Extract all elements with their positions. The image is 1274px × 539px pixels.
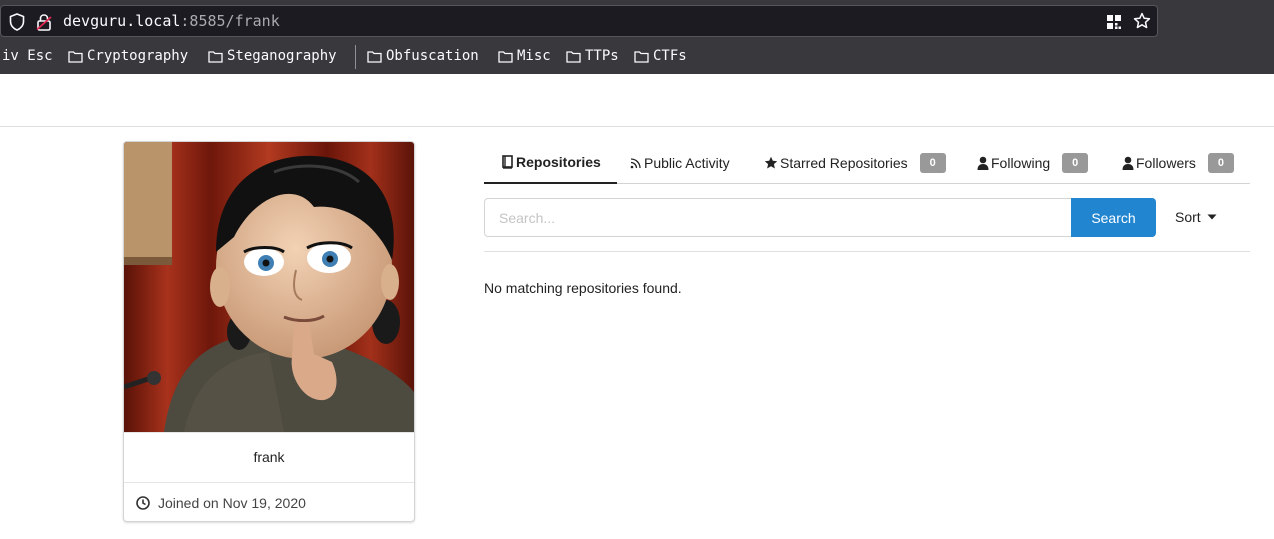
bookmark-item[interactable]: iv Esc (2, 48, 53, 64)
profile-joined-date: Joined on Nov 19, 2020 (124, 482, 414, 521)
bookmark-star-icon[interactable] (1133, 12, 1151, 30)
url-host: devguru.local (63, 12, 181, 30)
folder-icon (498, 50, 513, 63)
joined-text: Joined on Nov 19, 2020 (158, 494, 306, 511)
profile-card: frank Joined on Nov 19, 2020 (123, 141, 415, 522)
folder-icon (566, 50, 581, 63)
sort-dropdown[interactable]: Sort (1175, 209, 1217, 225)
folder-icon (68, 50, 83, 63)
url-bar[interactable]: devguru.local:8585/frank (0, 5, 1158, 37)
search-button[interactable]: Search (1071, 198, 1156, 237)
empty-repositories-message: No matching repositories found. (484, 280, 682, 296)
tab-starred-repositories[interactable]: Starred Repositories 0 (764, 141, 946, 184)
bookmark-folder-cryptography[interactable]: Cryptography (68, 48, 188, 64)
user-icon (1122, 156, 1134, 170)
header-divider (0, 126, 1274, 127)
rss-icon (630, 157, 641, 168)
bookmark-label: CTFs (653, 48, 687, 64)
url-path: :8585/frank (180, 12, 280, 30)
search-input[interactable] (484, 198, 1072, 237)
shield-icon[interactable] (9, 13, 25, 31)
qr-code-icon[interactable] (1106, 14, 1122, 30)
bookmarks-toolbar: iv Esc Cryptography Steganography Obfusc… (0, 44, 1274, 70)
star-icon (764, 156, 778, 168)
bookmark-label: Misc (517, 48, 551, 64)
bookmark-folder-obfuscation[interactable]: Obfuscation (367, 48, 479, 64)
bookmark-label: Steganography (227, 48, 337, 64)
tab-label: Repositories (516, 153, 601, 170)
sort-label: Sort (1175, 209, 1201, 225)
avatar[interactable] (124, 142, 414, 432)
search-divider (484, 251, 1250, 252)
book-icon (502, 154, 513, 169)
bookmark-label: Obfuscation (386, 48, 479, 64)
following-count-badge: 0 (1062, 152, 1089, 173)
bookmark-folder-steganography[interactable]: Steganography (208, 48, 337, 64)
tab-followers[interactable]: Followers 0 (1122, 141, 1234, 184)
tab-label: Following (991, 154, 1051, 171)
folder-icon (634, 50, 649, 63)
tab-label: Starred Repositories (780, 154, 908, 171)
folder-icon (208, 50, 223, 63)
followers-count-badge: 0 (1207, 152, 1234, 173)
bookmark-separator (355, 45, 356, 69)
clock-icon (136, 495, 150, 510)
bookmark-folder-ctfs[interactable]: CTFs (634, 48, 687, 64)
user-icon (977, 156, 989, 170)
tab-following[interactable]: Following 0 (977, 141, 1089, 184)
tab-label: Public Activity (644, 154, 730, 171)
starred-count-badge: 0 (919, 152, 946, 173)
folder-icon (367, 50, 382, 63)
bookmark-folder-misc[interactable]: Misc (498, 48, 551, 64)
tab-label: Followers (1136, 154, 1196, 171)
browser-chrome: devguru.local:8585/frank iv Esc Cryptogr… (0, 0, 1274, 74)
lock-icon[interactable] (36, 13, 52, 31)
bookmark-folder-ttps[interactable]: TTPs (566, 48, 619, 64)
bookmark-label: iv Esc (2, 48, 53, 64)
tab-repositories[interactable]: Repositories (484, 141, 617, 184)
url-text[interactable]: devguru.local:8585/frank (63, 12, 280, 30)
profile-tabs: Repositories Public Activity Starred Rep… (484, 141, 1250, 184)
tab-public-activity[interactable]: Public Activity (630, 141, 730, 184)
caret-down-icon (1207, 214, 1217, 220)
profile-username: frank (124, 432, 414, 482)
bookmark-label: Cryptography (87, 48, 189, 64)
bookmark-label: TTPs (585, 48, 619, 64)
